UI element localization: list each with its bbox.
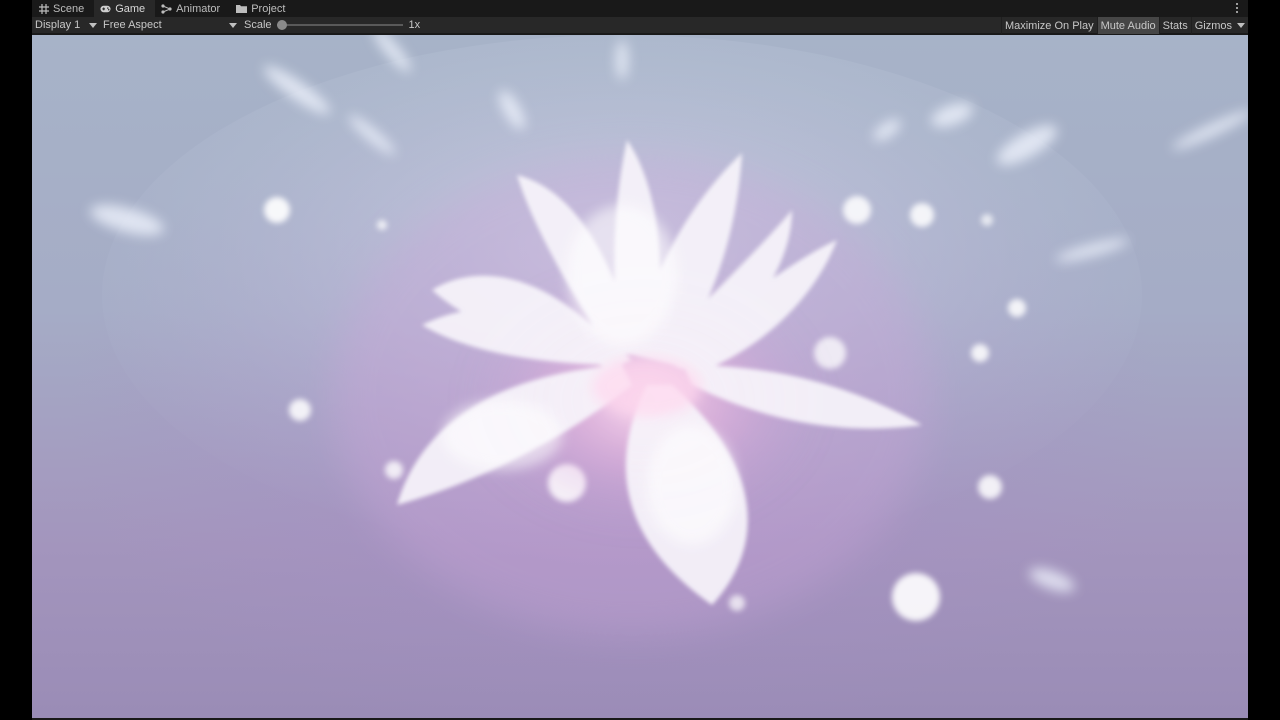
scale-slider[interactable] [276, 20, 403, 30]
tab-scene[interactable]: Scene [32, 0, 94, 17]
scale-slider-knob[interactable] [276, 20, 287, 30]
gamepad-icon [100, 3, 111, 14]
gizmos-dropdown[interactable]: Gizmos [1190, 17, 1248, 34]
tab-animator-label: Animator [176, 2, 221, 15]
toolbar-toggles: Maximize On Play Mute Audio Stats Gizmos [1000, 17, 1248, 34]
folder-icon [236, 3, 248, 14]
scale-label: Scale [244, 19, 272, 31]
editor-tab-bar: Scene Game Animator Project [32, 0, 1248, 17]
tab-game-label: Game [115, 2, 146, 15]
game-view-toolbar: Display 1 Free Aspect Scale 1x Maximize … [32, 17, 1248, 34]
tab-project[interactable]: Project [230, 0, 295, 17]
chevron-down-icon [89, 22, 97, 28]
game-viewport[interactable] [32, 35, 1248, 718]
aspect-dropdown[interactable]: Free Aspect [100, 17, 240, 34]
tab-project-label: Project [251, 2, 286, 15]
tab-scene-label: Scene [53, 2, 85, 15]
chevron-down-icon [229, 22, 237, 28]
aspect-value: Free Aspect [103, 19, 162, 31]
more-options-icon[interactable] [1232, 1, 1242, 15]
grid-icon [38, 3, 49, 14]
chevron-down-icon [1237, 23, 1245, 28]
tab-animator[interactable]: Animator [155, 0, 230, 17]
stats-toggle[interactable]: Stats [1158, 17, 1191, 34]
tab-game[interactable]: Game [94, 0, 156, 17]
scale-value: 1x [408, 19, 421, 31]
scale-control: Scale 1x [244, 17, 420, 34]
gizmos-label: Gizmos [1194, 19, 1232, 32]
mute-audio-toggle[interactable]: Mute Audio [1096, 17, 1159, 34]
display-value: Display 1 [35, 19, 81, 31]
display-dropdown[interactable]: Display 1 [32, 17, 100, 34]
animator-icon [161, 3, 172, 14]
glowing-flower-render [90, 35, 1248, 635]
unity-game-window: Scene Game Animator Project Display 1 Fr… [32, 0, 1248, 720]
maximize-on-play-toggle[interactable]: Maximize On Play [1000, 17, 1097, 34]
